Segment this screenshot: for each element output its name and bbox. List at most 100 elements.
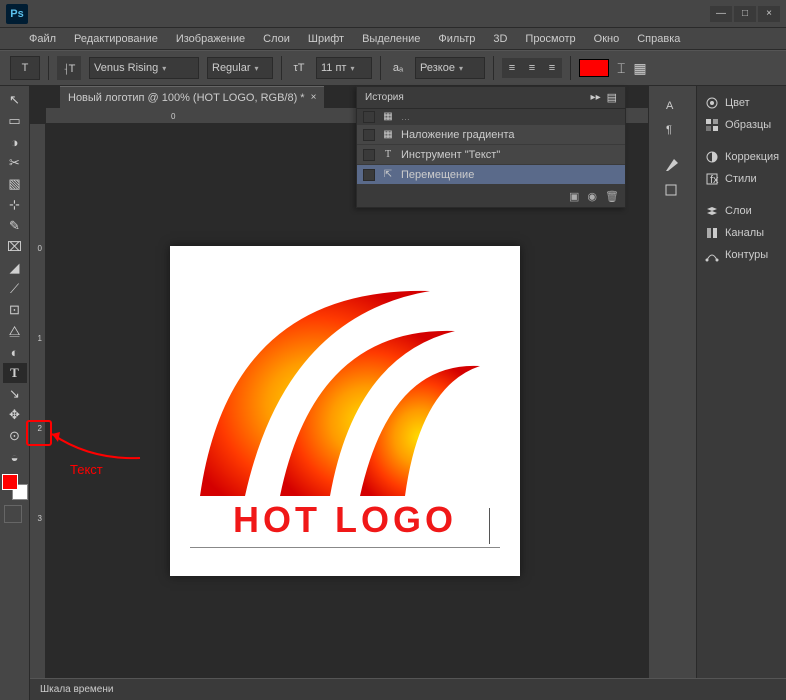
history-snapshot-row[interactable]: ▦… — [357, 109, 625, 125]
history-title: История — [365, 92, 404, 103]
font-weight-dropdown[interactable]: Regular▾ — [207, 57, 273, 79]
panel-color[interactable]: Цвет — [701, 92, 782, 114]
menu-edit[interactable]: Редактирование — [65, 29, 167, 49]
snapshot-icon[interactable]: ◉ — [587, 190, 597, 203]
tool-gradient[interactable]: ⊡ — [3, 300, 27, 320]
history-item-label: Перемещение — [401, 169, 474, 181]
svg-text:A: A — [666, 100, 674, 112]
menu-image[interactable]: Изображение — [167, 29, 254, 49]
options-bar: T ⸡T Venus Rising▾ Regular▾ τT 11 пт▾ aₐ… — [0, 50, 786, 86]
tool-blur[interactable]: ⧋ — [3, 321, 27, 341]
dock-brush-icon[interactable] — [653, 154, 691, 176]
panel-collapse-icon[interactable]: ▸▸ — [591, 92, 601, 103]
new-doc-from-state-icon[interactable]: ▣ — [569, 190, 579, 203]
vertical-ruler[interactable]: 0 1 2 3 — [30, 124, 46, 680]
align-left-button[interactable]: ≡ — [502, 58, 522, 78]
text-color-swatch[interactable] — [579, 59, 609, 77]
history-item[interactable]: ▦ Наложение градиента — [357, 125, 625, 145]
font-size-dropdown[interactable]: 11 пт▾ — [316, 57, 372, 79]
history-item-label: Инструмент "Текст" — [401, 149, 500, 161]
canvas-text-layer[interactable]: HOT LOGO — [190, 499, 500, 548]
menu-type[interactable]: Шрифт — [299, 29, 353, 49]
history-item-label: Наложение градиента — [401, 129, 515, 141]
timeline-panel[interactable]: Шкала времени — [30, 678, 786, 700]
panel-layers[interactable]: Слои — [701, 200, 782, 222]
title-bar: Ps — □ × — [0, 0, 786, 28]
menu-file[interactable]: Файл — [20, 29, 65, 49]
align-right-button[interactable]: ≡ — [542, 58, 562, 78]
tool-brush[interactable]: ✎ — [3, 216, 27, 236]
panel-paths[interactable]: Контуры — [701, 244, 782, 266]
font-size-icon: τT — [290, 59, 308, 77]
tool-path-select[interactable]: ↘ — [3, 384, 27, 404]
history-panel[interactable]: История ▸▸ ▤ ▦… ▦ Наложение градиента T … — [356, 86, 626, 208]
history-item[interactable]: T Инструмент "Текст" — [357, 145, 625, 165]
tool-crop[interactable]: ✂ — [3, 153, 27, 173]
tool-shape[interactable]: ✥ — [3, 405, 27, 425]
warp-text-button[interactable]: ⌶ — [617, 60, 625, 77]
antialiasing-dropdown[interactable]: Резкое▾ — [415, 57, 485, 79]
tool-pen[interactable]: ◐ — [3, 342, 27, 362]
character-panel-button[interactable]: ▦ — [633, 60, 646, 77]
color-swatches[interactable] — [2, 474, 28, 500]
maximize-button[interactable]: □ — [734, 6, 756, 22]
menu-filter[interactable]: Фильтр — [429, 29, 484, 49]
align-center-button[interactable]: ≡ — [522, 58, 542, 78]
tool-history-brush[interactable]: ◢ — [3, 258, 27, 278]
panel-styles[interactable]: fxСтили — [701, 168, 782, 190]
antialiasing-icon: aₐ — [389, 59, 407, 77]
history-checkbox[interactable] — [363, 149, 375, 161]
quick-mask-toggle[interactable] — [4, 505, 22, 523]
foreground-color[interactable] — [2, 474, 18, 490]
panel-menu-icon[interactable]: ▤ — [607, 91, 617, 104]
tool-zoom[interactable]: ◒ — [3, 447, 27, 467]
menu-window[interactable]: Окно — [585, 29, 629, 49]
tool-stamp[interactable]: ⌧ — [3, 237, 27, 257]
tool-hand[interactable]: ⊙ — [3, 426, 27, 446]
menu-select[interactable]: Выделение — [353, 29, 429, 49]
tool-eraser[interactable]: ⟋ — [3, 279, 27, 299]
gradient-icon: ▦ — [381, 128, 395, 142]
toolbox: ↖ ▭ ◑ ✂ ▧ ⊹ ✎ ⌧ ◢ ⟋ ⊡ ⧋ ◐ T ↘ ✥ ⊙ ◒ — [0, 86, 30, 700]
document-tab[interactable]: Новый логотип @ 100% (HOT LOGO, RGB/8) *… — [60, 86, 324, 108]
delete-state-icon[interactable]: 🗑 — [605, 190, 619, 203]
dock-char-icon[interactable]: A — [653, 94, 691, 116]
canvas[interactable]: HOT LOGO — [170, 246, 520, 576]
timeline-label: Шкала времени — [40, 684, 113, 695]
text-cursor — [489, 508, 490, 544]
history-checkbox[interactable] — [363, 169, 375, 181]
tool-lasso[interactable]: ◑ — [3, 132, 27, 152]
document-title: Новый логотип @ 100% (HOT LOGO, RGB/8) * — [68, 92, 305, 104]
menu-view[interactable]: Просмотр — [516, 29, 584, 49]
tool-type[interactable]: T — [3, 363, 27, 383]
panel-adjustments[interactable]: Коррекция — [701, 146, 782, 168]
panel-channels[interactable]: Каналы — [701, 222, 782, 244]
font-family-dropdown[interactable]: Venus Rising▾ — [89, 57, 199, 79]
history-item[interactable]: ⇱ Перемещение — [357, 165, 625, 185]
minimize-button[interactable]: — — [710, 6, 732, 22]
text-orientation-toggle[interactable]: ⸡T — [57, 56, 81, 80]
close-button[interactable]: × — [758, 6, 780, 22]
tool-move[interactable]: ↖ — [3, 90, 27, 110]
panel-dock: Цвет Образцы Коррекция fxСтили Слои Кана… — [696, 86, 786, 700]
dock-clone-icon[interactable] — [653, 178, 691, 200]
menu-layers[interactable]: Слои — [254, 29, 299, 49]
history-footer: ▣ ◉ 🗑 — [357, 185, 625, 207]
type-icon: T — [381, 148, 395, 162]
dock-para-icon[interactable]: ¶ — [653, 118, 691, 140]
tool-healing[interactable]: ⊹ — [3, 195, 27, 215]
tool-marquee[interactable]: ▭ — [3, 111, 27, 131]
menu-3d[interactable]: 3D — [484, 29, 516, 49]
text-align-group: ≡ ≡ ≡ — [502, 58, 562, 78]
panel-swatches[interactable]: Образцы — [701, 114, 782, 136]
current-tool-indicator[interactable]: T — [10, 56, 40, 80]
menu-help[interactable]: Справка — [628, 29, 689, 49]
history-header[interactable]: История ▸▸ ▤ — [357, 87, 625, 109]
tool-eyedropper[interactable]: ▧ — [3, 174, 27, 194]
app-icon: Ps — [6, 4, 28, 24]
tab-close-icon[interactable]: × — [311, 92, 317, 103]
collapsed-panel-dock: A ¶ — [648, 86, 696, 700]
history-checkbox[interactable] — [363, 129, 375, 141]
menu-bar: Файл Редактирование Изображение Слои Шри… — [0, 28, 786, 50]
move-icon: ⇱ — [381, 168, 395, 182]
